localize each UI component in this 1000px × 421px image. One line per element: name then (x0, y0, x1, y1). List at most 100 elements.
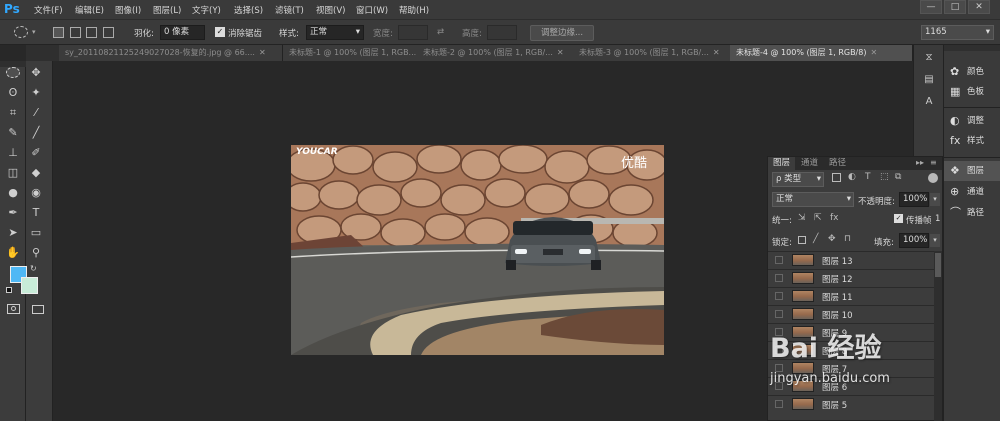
chevron-down-icon[interactable]: ▾ (32, 28, 36, 36)
antialias-checkbox[interactable]: ✓ (215, 27, 225, 37)
blur-tool-icon[interactable]: ● (5, 185, 21, 201)
lock-position-icon[interactable]: ✥ (828, 234, 836, 244)
layer-row[interactable]: 图层 10 (768, 305, 934, 322)
panel-menu-icon[interactable]: ≡ (930, 158, 937, 167)
menu-view[interactable]: 视图(V) (316, 4, 345, 16)
crop-tool-icon[interactable]: ⌗ (5, 105, 21, 121)
height-input[interactable] (487, 25, 517, 40)
menu-layer[interactable]: 图层(L) (153, 4, 181, 16)
visibility-toggle[interactable] (775, 292, 783, 300)
width-input[interactable] (398, 25, 428, 40)
type-tool-icon[interactable]: T (28, 205, 44, 221)
hand-tool-icon[interactable]: ✋ (5, 245, 21, 261)
history-brush-icon[interactable]: ✐ (28, 145, 44, 161)
elliptical-marquee-tool-icon[interactable] (6, 67, 20, 78)
menu-filter[interactable]: 滤镜(T) (275, 4, 304, 16)
zoom-tool-icon[interactable]: ⚲ (28, 245, 44, 261)
filter-pixel-icon[interactable] (832, 173, 841, 182)
history-panel-icon[interactable]: ⧖ (919, 52, 939, 70)
filter-smart-object-icon[interactable]: ⧉ (895, 172, 901, 182)
magic-wand-icon[interactable]: ✦ (28, 85, 44, 101)
filter-type-icon[interactable]: T (865, 172, 871, 182)
dock-item-layers[interactable]: ❖ 图层 (944, 161, 1000, 181)
brush-tool-icon[interactable]: ╱ (28, 125, 44, 141)
tab-document-4[interactable]: 未标题-3 @ 100% (图层 1, RGB/... ✕ (573, 45, 731, 61)
add-selection-icon[interactable] (70, 27, 81, 38)
spot-healing-icon[interactable]: ✎ (5, 125, 21, 141)
eyedropper-icon[interactable]: ⁄ (28, 105, 44, 121)
menu-select[interactable]: 选择(S) (234, 4, 263, 16)
quick-mask-icon[interactable] (7, 304, 20, 314)
layer-row[interactable]: 图层 13 (768, 251, 934, 268)
opacity-input[interactable]: 100% (899, 192, 929, 207)
style-select[interactable]: 正常 ▾ (306, 25, 364, 40)
dodge-tool-icon[interactable]: ◉ (28, 185, 44, 201)
tab-layers[interactable]: 图层 (768, 157, 796, 170)
default-colors-icon[interactable] (6, 287, 12, 293)
propagate-frame-checkbox[interactable]: ✓ (894, 214, 903, 223)
visibility-toggle[interactable] (775, 274, 783, 282)
visibility-toggle[interactable] (775, 310, 783, 318)
menu-type[interactable]: 文字(Y) (192, 4, 221, 16)
character-panel-icon[interactable]: A (919, 96, 939, 114)
dock-item-styles[interactable]: fx 样式 (944, 131, 1000, 151)
swap-colors-icon[interactable]: ↻ (30, 264, 37, 273)
chevron-down-icon[interactable]: ▾ (930, 193, 940, 206)
new-selection-icon[interactable] (53, 27, 64, 38)
intersect-selection-icon[interactable] (103, 27, 114, 38)
lasso-tool-icon[interactable]: ʘ (5, 85, 21, 101)
eraser-tool-icon[interactable]: ◫ (5, 165, 21, 181)
kind-filter-select[interactable]: ρ 类型 ▾ (772, 172, 824, 187)
close-icon[interactable]: ✕ (713, 48, 720, 57)
unify-visibility-icon[interactable]: ⇱ (814, 213, 822, 223)
paint-bucket-icon[interactable]: ◆ (28, 165, 44, 181)
pen-tool-icon[interactable]: ✒ (5, 205, 21, 221)
fill-input[interactable]: 100% (899, 233, 929, 248)
document-canvas[interactable]: YOUCAR 优酷 (291, 145, 664, 355)
visibility-toggle[interactable] (775, 256, 783, 264)
properties-panel-icon[interactable]: ▤ (919, 74, 939, 92)
refine-edge-button[interactable]: 调整边缘... (530, 25, 594, 41)
minimize-button[interactable]: — (920, 0, 942, 14)
lock-pixels-icon[interactable]: ╱ (813, 234, 818, 244)
menu-file[interactable]: 文件(F) (34, 4, 63, 16)
close-icon[interactable]: ✕ (259, 48, 266, 57)
collapse-icon[interactable]: ▸▸ (916, 158, 924, 167)
unify-style-icon[interactable]: fx (830, 213, 839, 223)
layer-row[interactable]: 图层 5 (768, 395, 934, 412)
menu-image[interactable]: 图像(I) (115, 4, 141, 16)
close-button[interactable]: ✕ (968, 0, 990, 14)
tab-channels[interactable]: 通道 (796, 157, 823, 170)
tab-paths[interactable]: 路径 (824, 157, 851, 170)
menu-help[interactable]: 帮助(H) (399, 4, 429, 16)
path-selection-icon[interactable]: ➤ (5, 225, 21, 241)
lock-all-icon[interactable]: ⊓ (844, 234, 851, 244)
tab-document-1[interactable]: sy_20110821125249027028-恢复的.jpg @ 66....… (59, 45, 283, 61)
maximize-button[interactable]: □ (944, 0, 966, 14)
close-icon[interactable]: ✕ (557, 48, 564, 57)
menu-edit[interactable]: 编辑(E) (75, 4, 104, 16)
filter-adjustment-icon[interactable]: ◐ (848, 172, 856, 182)
background-color-swatch[interactable] (21, 277, 38, 294)
elliptical-marquee-icon[interactable] (14, 26, 28, 38)
move-tool-icon[interactable]: ✥ (28, 65, 44, 81)
workspace-select[interactable]: 1165 ▾ (921, 25, 994, 40)
filter-toggle-icon[interactable] (928, 173, 938, 183)
dock-item-paths[interactable]: ⌒ 路径 (944, 203, 1000, 223)
dock-item-color[interactable]: ✿ 颜色 (944, 62, 1000, 82)
rectangle-tool-icon[interactable]: ▭ (28, 225, 44, 241)
screen-mode-icon[interactable] (32, 305, 44, 314)
clone-stamp-icon[interactable]: ⊥ (5, 145, 21, 161)
feather-input[interactable]: 0 像素 (160, 25, 205, 40)
dock-item-swatches[interactable]: ▦ 色板 (944, 82, 1000, 102)
subtract-selection-icon[interactable] (86, 27, 97, 38)
dock-item-adjustments[interactable]: ◐ 调整 (944, 111, 1000, 131)
tab-document-3[interactable]: 未标题-2 @ 100% (图层 1, RGB/... ✕ (417, 45, 580, 61)
scrollbar-thumb[interactable] (935, 253, 941, 277)
filter-shape-icon[interactable]: ⬚ (880, 172, 889, 182)
tab-document-5[interactable]: 未标题-4 @ 100% (图层 1, RGB/8) ✕ (730, 45, 913, 61)
close-icon[interactable]: ✕ (870, 48, 877, 57)
layer-row[interactable]: 图层 11 (768, 287, 934, 304)
dock-item-channels[interactable]: ⊕ 通道 (944, 182, 1000, 202)
layer-row[interactable]: 图层 12 (768, 269, 934, 286)
